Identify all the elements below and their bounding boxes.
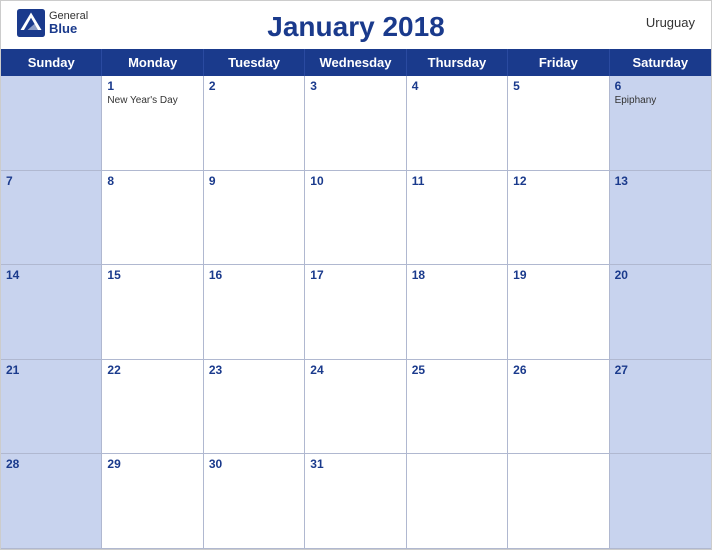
- calendar-header: General Blue January 2018 Uruguay: [1, 1, 711, 49]
- day-headers: Sunday Monday Tuesday Wednesday Thursday…: [1, 49, 711, 76]
- country-label: Uruguay: [646, 15, 695, 30]
- calendar: General Blue January 2018 Uruguay Sunday…: [0, 0, 712, 550]
- cell-day-number: 18: [412, 268, 502, 282]
- cell-day-number: 3: [310, 79, 400, 93]
- cell-day-number: 1: [107, 79, 197, 93]
- calendar-cell: 15: [102, 265, 203, 360]
- cell-day-number: 13: [615, 174, 706, 188]
- cell-day-number: 23: [209, 363, 299, 377]
- calendar-cell: 4: [407, 76, 508, 171]
- cell-day-number: 17: [310, 268, 400, 282]
- calendar-cell: 20: [610, 265, 711, 360]
- cell-day-number: 14: [6, 268, 96, 282]
- logo: General Blue: [17, 9, 88, 37]
- cell-day-number: 29: [107, 457, 197, 471]
- calendar-cell: 9: [204, 171, 305, 266]
- day-saturday: Saturday: [610, 49, 711, 76]
- cell-day-number: 30: [209, 457, 299, 471]
- day-monday: Monday: [102, 49, 203, 76]
- calendar-cell: 17: [305, 265, 406, 360]
- cell-day-number: 26: [513, 363, 603, 377]
- cell-day-number: 8: [107, 174, 197, 188]
- calendar-cell: 12: [508, 171, 609, 266]
- calendar-cell: 3: [305, 76, 406, 171]
- cell-day-number: 11: [412, 174, 502, 188]
- cell-day-number: 31: [310, 457, 400, 471]
- calendar-cell: 19: [508, 265, 609, 360]
- cell-day-number: 9: [209, 174, 299, 188]
- calendar-cell: 22: [102, 360, 203, 455]
- cell-day-number: 2: [209, 79, 299, 93]
- calendar-cell: 1 New Year's Day: [102, 76, 203, 171]
- day-sunday: Sunday: [1, 49, 102, 76]
- cell-day-number: 7: [6, 174, 96, 188]
- cell-day-number: 16: [209, 268, 299, 282]
- logo-blue-text: Blue: [49, 22, 88, 36]
- calendar-cell: [1, 76, 102, 171]
- day-tuesday: Tuesday: [204, 49, 305, 76]
- cell-day-number: 28: [6, 457, 96, 471]
- cell-day-number: 19: [513, 268, 603, 282]
- calendar-grid: 1New Year's Day23456Epiphany789101112131…: [1, 76, 711, 549]
- calendar-cell: 21: [1, 360, 102, 455]
- calendar-cell: [610, 454, 711, 549]
- logo-text: General Blue: [49, 10, 88, 36]
- calendar-cell: 8: [102, 171, 203, 266]
- cell-day-number: 27: [615, 363, 706, 377]
- calendar-cell: 5: [508, 76, 609, 171]
- calendar-cell: 23: [204, 360, 305, 455]
- cell-day-number: 6: [615, 79, 706, 93]
- calendar-cell: 25: [407, 360, 508, 455]
- calendar-cell: 16: [204, 265, 305, 360]
- calendar-cell: 13: [610, 171, 711, 266]
- cell-day-number: 5: [513, 79, 603, 93]
- cell-day-number: 20: [615, 268, 706, 282]
- calendar-cell: 18: [407, 265, 508, 360]
- cell-event-label: New Year's Day: [107, 95, 197, 106]
- cell-day-number: 25: [412, 363, 502, 377]
- calendar-cell: 14: [1, 265, 102, 360]
- logo-icon: [17, 9, 45, 37]
- calendar-cell: 26: [508, 360, 609, 455]
- day-friday: Friday: [508, 49, 609, 76]
- calendar-cell: 31: [305, 454, 406, 549]
- day-thursday: Thursday: [407, 49, 508, 76]
- calendar-cell: 6 Epiphany: [610, 76, 711, 171]
- calendar-cell: 29: [102, 454, 203, 549]
- calendar-cell: 24: [305, 360, 406, 455]
- cell-day-number: 4: [412, 79, 502, 93]
- cell-day-number: 21: [6, 363, 96, 377]
- calendar-cell: [407, 454, 508, 549]
- calendar-cell: 10: [305, 171, 406, 266]
- cell-day-number: 15: [107, 268, 197, 282]
- cell-day-number: 24: [310, 363, 400, 377]
- calendar-cell: 30: [204, 454, 305, 549]
- calendar-cell: 7: [1, 171, 102, 266]
- calendar-cell: 2: [204, 76, 305, 171]
- day-wednesday: Wednesday: [305, 49, 406, 76]
- cell-event-label: Epiphany: [615, 95, 706, 106]
- calendar-title: January 2018: [267, 11, 444, 43]
- cell-day-number: 10: [310, 174, 400, 188]
- calendar-cell: [508, 454, 609, 549]
- calendar-cell: 11: [407, 171, 508, 266]
- calendar-cell: 27: [610, 360, 711, 455]
- cell-day-number: 22: [107, 363, 197, 377]
- cell-day-number: 12: [513, 174, 603, 188]
- calendar-cell: 28: [1, 454, 102, 549]
